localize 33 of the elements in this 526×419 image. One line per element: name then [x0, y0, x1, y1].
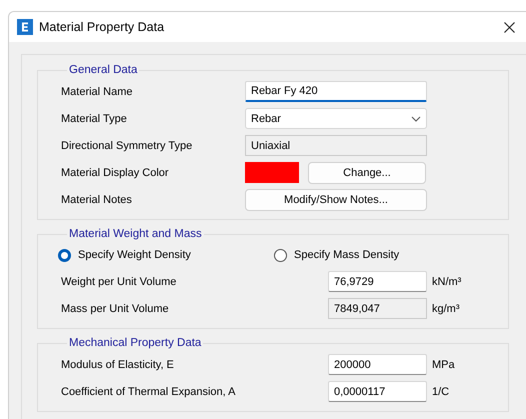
- radio-label[interactable]: Specify Weight Density: [78, 249, 191, 261]
- field-label: Modulus of Elasticity, E: [61, 358, 175, 370]
- app-logo-icon: [17, 19, 33, 35]
- text-field[interactable]: Rebar Fy 420: [245, 81, 427, 102]
- field-label: Weight per Unit Volume: [61, 276, 178, 288]
- change-button[interactable]: Change...: [308, 162, 426, 184]
- group-title: General Data: [68, 64, 138, 76]
- unit-label: MPa: [432, 358, 455, 370]
- field-label: Material Name: [61, 86, 134, 98]
- notes-button[interactable]: Modify/Show Notes...: [245, 188, 427, 210]
- radio-label[interactable]: Specify Mass Density: [294, 249, 400, 261]
- field-label: Mass per Unit Volume: [61, 302, 170, 314]
- field-label: Material Display Color: [61, 166, 170, 178]
- readonly-field: Uniaxial: [245, 135, 427, 156]
- text-field[interactable]: 76,9729: [328, 271, 427, 292]
- text-field[interactable]: 200000: [328, 354, 427, 375]
- field-label: Material Notes: [61, 194, 133, 206]
- window-title: Material Property Data: [39, 20, 164, 34]
- chevron-down-icon: [411, 116, 421, 122]
- radio-button[interactable]: [58, 248, 71, 262]
- field-label: Material Type: [61, 112, 128, 124]
- readonly-field: 7849,047: [328, 298, 427, 319]
- dropdown[interactable]: Rebar: [245, 108, 427, 129]
- unit-label: kg/m³: [432, 302, 460, 314]
- text-field[interactable]: 0,0000117: [328, 381, 427, 402]
- field-label: Directional Symmetry Type: [61, 140, 194, 152]
- unit-label: 1/C: [432, 386, 450, 398]
- group-title: Mechanical Property Data: [68, 337, 202, 349]
- unit-label: kN/m³: [432, 276, 462, 288]
- field-label: Coefficient of Thermal Expansion, A: [61, 386, 236, 398]
- group-title: Material Weight and Mass: [68, 228, 203, 240]
- close-icon[interactable]: [504, 22, 515, 32]
- radio-button[interactable]: [274, 248, 287, 262]
